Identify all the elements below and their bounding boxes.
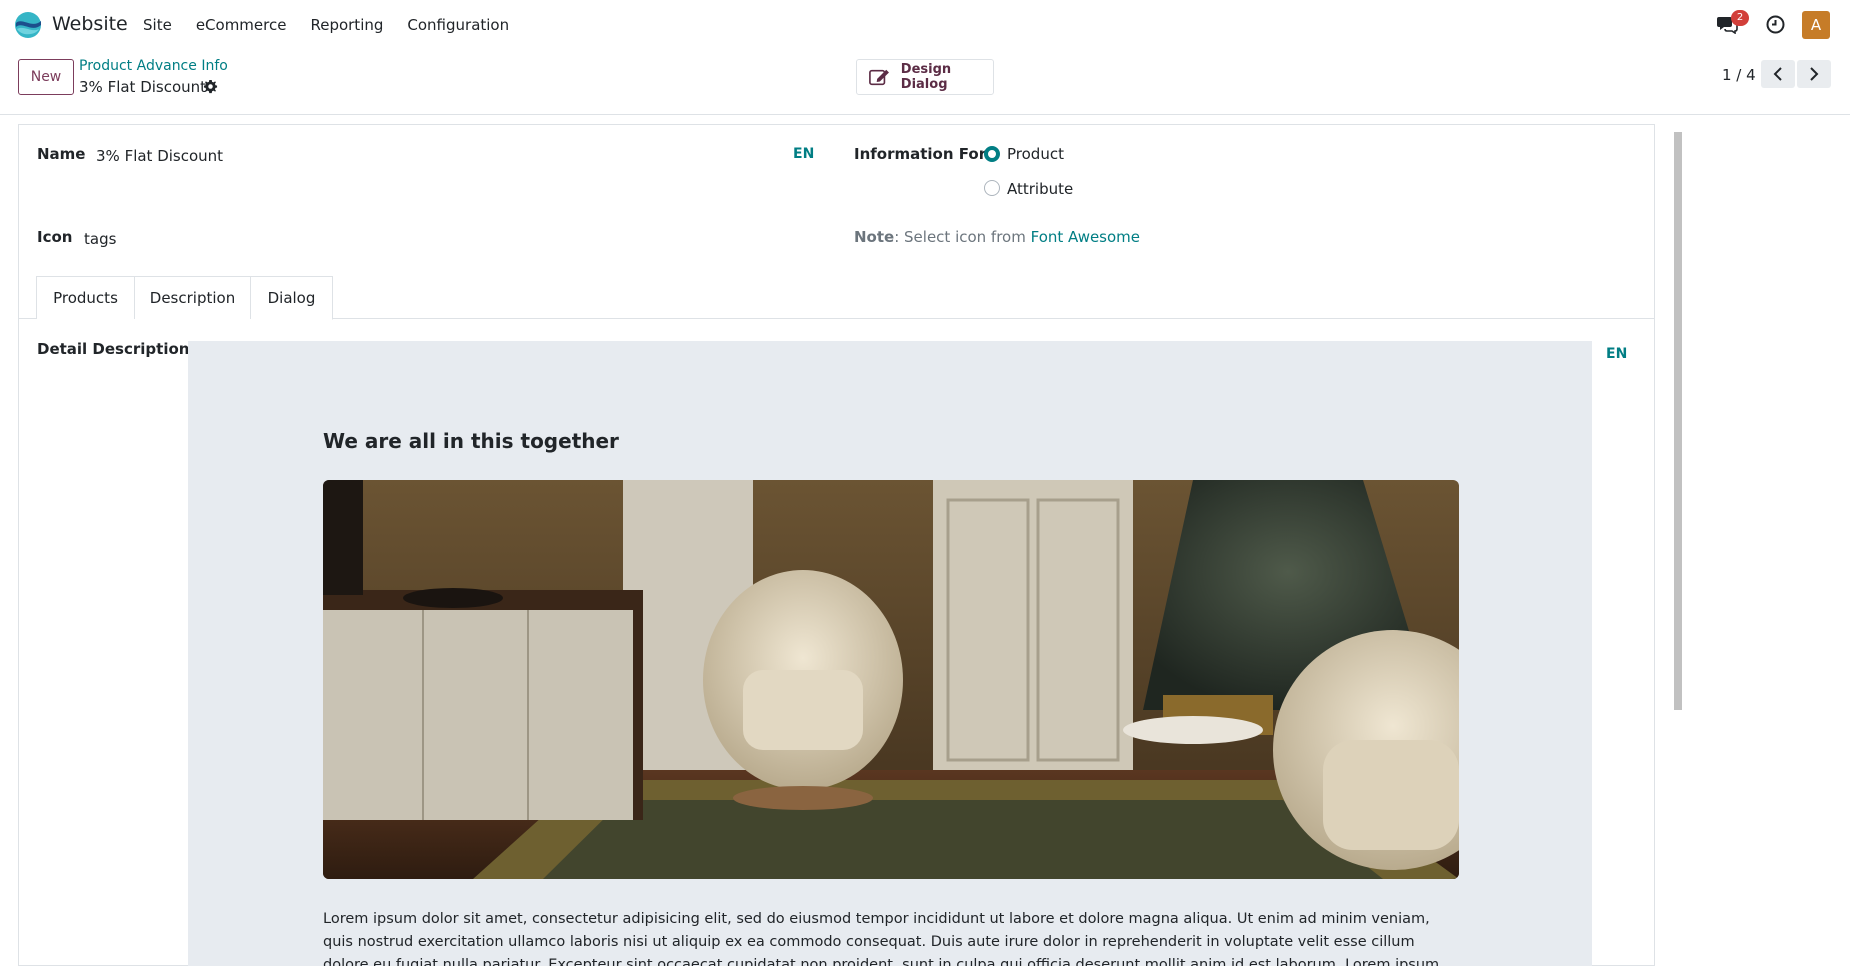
menu-configuration[interactable]: Configuration [407, 16, 509, 34]
control-panel: New Product Advance Info 3% Flat Discoun… [0, 50, 1850, 115]
pager-value[interactable]: 1 / 4 [1722, 66, 1756, 84]
menu-site[interactable]: Site [143, 16, 172, 34]
chat-badge: 2 [1731, 10, 1749, 26]
dialog-body-text: Lorem ipsum dolor sit amet, consectetur … [323, 911, 1440, 966]
tab-products[interactable]: Products [36, 276, 135, 319]
living-room-image [323, 480, 1459, 879]
breadcrumb[interactable]: Product Advance Info [79, 58, 228, 74]
logo-icon[interactable] [14, 11, 42, 39]
radio-attribute[interactable] [984, 180, 1000, 196]
scrollbar[interactable] [1673, 118, 1683, 966]
detail-description-label: Detail Description [37, 340, 190, 358]
app-name[interactable]: Website [52, 13, 128, 35]
font-awesome-link[interactable]: Font Awesome [1031, 228, 1140, 246]
dialog-heading: We are all in this together [323, 429, 619, 453]
icon-field[interactable]: tags [84, 230, 116, 248]
design-dialog-label: Design Dialog [900, 62, 952, 92]
chevron-right-icon [1810, 67, 1819, 81]
tab-description[interactable]: Description [135, 276, 251, 319]
pager-previous-button[interactable] [1761, 60, 1795, 88]
clock-icon[interactable] [1766, 15, 1785, 34]
gear-icon[interactable] [203, 79, 218, 94]
menu-ecommerce[interactable]: eCommerce [196, 16, 287, 34]
top-navbar: Website Site eCommerce Reporting Configu… [0, 0, 1850, 50]
radio-product-label[interactable]: Product [1007, 145, 1064, 163]
edit-icon [869, 69, 889, 86]
pager-next-button[interactable] [1797, 60, 1831, 88]
avatar[interactable]: A [1802, 11, 1830, 39]
name-field[interactable]: 3% Flat Discount [96, 147, 223, 165]
notebook-tabs: Products Description Dialog [18, 276, 1655, 320]
radio-attribute-label[interactable]: Attribute [1007, 180, 1073, 198]
tab-dialog[interactable]: Dialog [251, 276, 333, 320]
icon-label: Icon [37, 228, 73, 246]
note-text: : Select icon from [894, 228, 1031, 246]
design-dialog-button[interactable]: Design Dialog [856, 59, 994, 95]
name-label: Name [37, 145, 86, 163]
scrollbar-thumb[interactable] [1674, 132, 1682, 710]
chevron-left-icon [1773, 67, 1782, 81]
new-button[interactable]: New [18, 59, 74, 95]
menu-reporting[interactable]: Reporting [310, 16, 383, 34]
radio-product[interactable] [984, 146, 1000, 162]
main-menu: Site eCommerce Reporting Configuration [143, 16, 533, 34]
record-name: 3% Flat Discount [79, 78, 207, 96]
information-for-label: Information For [854, 145, 987, 163]
icon-note: Note: Select icon from Font Awesome [854, 228, 1140, 246]
detail-description-editor[interactable]: We are all in this together Lorem ipsum … [188, 341, 1592, 966]
detail-lang-button[interactable]: EN [1606, 346, 1627, 362]
note-label: Note [854, 228, 895, 246]
name-lang-button[interactable]: EN [793, 146, 814, 162]
